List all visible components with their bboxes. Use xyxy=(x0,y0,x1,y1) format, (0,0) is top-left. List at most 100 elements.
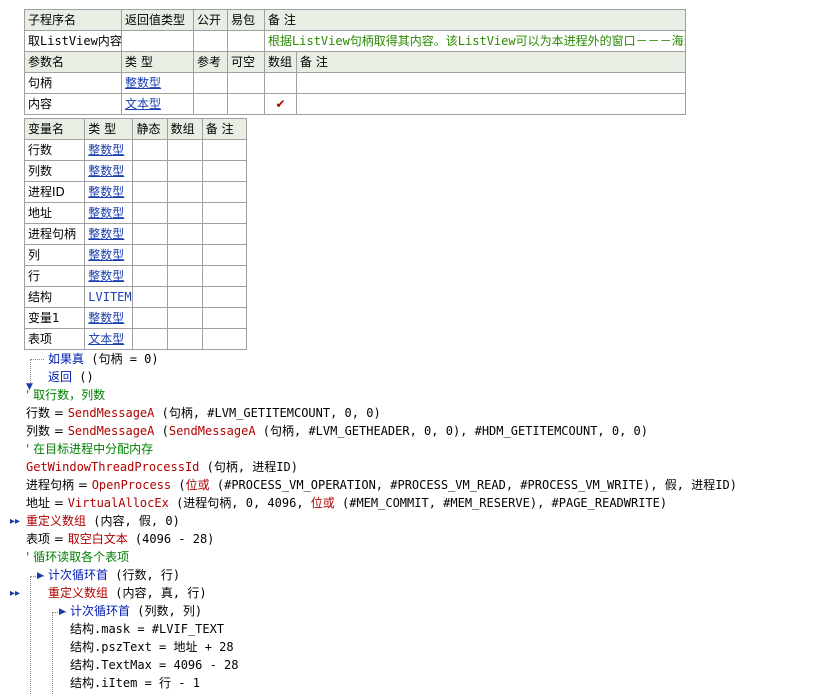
var-name[interactable]: 行数 xyxy=(23,139,86,161)
var-array[interactable] xyxy=(166,202,203,224)
param-optional[interactable] xyxy=(227,72,265,94)
var-type[interactable]: 整数型 xyxy=(84,223,134,245)
variable-row[interactable]: 进程ID 整数型 xyxy=(23,181,248,203)
code-line[interactable]: 返回 () xyxy=(48,368,94,386)
param-type[interactable]: 整数型 xyxy=(121,72,194,94)
code-line[interactable]: 结构.mask = #LVIF_TEXT xyxy=(70,620,224,638)
param-name[interactable]: 内容 xyxy=(24,93,122,115)
subroutine-note[interactable]: 根据ListView句柄取得其内容。该ListView可以为本进程外的窗口－－－… xyxy=(263,30,687,52)
param-reference[interactable] xyxy=(193,93,228,115)
var-type[interactable]: 整数型 xyxy=(84,202,134,224)
code-line[interactable]: 表项 = 取空白文本 (4096 - 28) xyxy=(26,530,214,548)
var-note[interactable] xyxy=(201,160,248,182)
var-type[interactable]: 整数型 xyxy=(84,160,134,182)
subroutine-public[interactable] xyxy=(193,30,228,52)
var-note[interactable] xyxy=(201,139,248,161)
var-note[interactable] xyxy=(201,307,248,329)
subroutine-name[interactable]: 取ListView内容 xyxy=(24,30,122,52)
variable-row[interactable]: 进程句柄 整数型 xyxy=(23,223,248,245)
var-note[interactable] xyxy=(201,181,248,203)
code-line[interactable]: GetWindowThreadProcessId (句柄, 进程ID) xyxy=(26,458,298,476)
var-array[interactable] xyxy=(166,286,203,308)
param-optional[interactable] xyxy=(227,93,265,115)
variable-row[interactable]: 行整数型 xyxy=(23,265,248,287)
var-static[interactable] xyxy=(132,286,168,308)
var-array[interactable] xyxy=(166,181,203,203)
var-array[interactable] xyxy=(166,139,203,161)
param-note[interactable] xyxy=(295,93,687,115)
var-name[interactable]: 表项 xyxy=(23,328,86,350)
var-array[interactable] xyxy=(166,265,203,287)
var-note[interactable] xyxy=(201,223,248,245)
variable-row[interactable]: 地址 整数型 xyxy=(23,202,248,224)
var-name[interactable]: 列 xyxy=(23,244,86,266)
var-static[interactable] xyxy=(132,223,168,245)
variable-row[interactable]: 行数 整数型 xyxy=(23,139,248,161)
code-comment[interactable]: ' 循环读取各个表项 xyxy=(26,548,129,566)
variable-row[interactable]: 列数 整数型 xyxy=(23,160,248,182)
var-name[interactable]: 行 xyxy=(23,265,86,287)
var-array[interactable] xyxy=(166,307,203,329)
var-array[interactable] xyxy=(166,160,203,182)
param-array-check[interactable]: ✔ xyxy=(264,93,297,115)
param-type[interactable]: 文本型 xyxy=(121,93,194,115)
subroutine-row[interactable]: 取ListView内容 根据ListView句柄取得其内容。该ListView可… xyxy=(24,30,687,52)
variable-row[interactable]: 结构 LVITEM xyxy=(23,286,248,308)
var-note[interactable] xyxy=(201,265,248,287)
variable-row[interactable]: 变量1 整数型 xyxy=(23,307,248,329)
code-line[interactable]: 地址 = VirtualAllocEx (进程句柄, 0, 4096, 位或 (… xyxy=(26,494,667,512)
var-type[interactable]: 整数型 xyxy=(84,181,134,203)
code-line[interactable]: 计次循环首 (行数, 行) xyxy=(48,566,180,584)
code-line[interactable]: 重定义数组 (内容, 假, 0) xyxy=(26,512,180,530)
var-name[interactable]: 进程ID xyxy=(23,181,86,203)
var-name[interactable]: 列数 xyxy=(23,160,86,182)
code-line[interactable]: 进程句柄 = OpenProcess (位或 (#PROCESS_VM_OPER… xyxy=(26,476,737,494)
subroutine-return-type[interactable] xyxy=(121,30,194,52)
var-type[interactable]: 整数型 xyxy=(84,307,134,329)
var-type[interactable]: 整数型 xyxy=(84,265,134,287)
code-line[interactable]: 列数 = SendMessageA (SendMessageA (句柄, #LV… xyxy=(26,422,648,440)
code-line[interactable]: 行数 = SendMessageA (句柄, #LVM_GETITEMCOUNT… xyxy=(26,404,381,422)
variable-row[interactable]: 表项 文本型 xyxy=(23,328,248,350)
var-static[interactable] xyxy=(132,160,168,182)
code-comment[interactable]: ' 取行数，列数 xyxy=(26,386,105,404)
var-static[interactable] xyxy=(132,244,168,266)
param-array[interactable] xyxy=(264,72,297,94)
var-type[interactable]: 文本型 xyxy=(84,328,134,350)
var-type[interactable]: 整数型 xyxy=(84,244,134,266)
var-static[interactable] xyxy=(132,307,168,329)
param-name[interactable]: 句柄 xyxy=(24,72,122,94)
var-name[interactable]: 地址 xyxy=(23,202,86,224)
breakpoint-marker-icon[interactable]: ▸▸ xyxy=(10,588,20,599)
var-static[interactable] xyxy=(132,181,168,203)
var-static[interactable] xyxy=(132,139,168,161)
code-line[interactable]: 计次循环首 (列数, 列) xyxy=(70,602,202,620)
var-array[interactable] xyxy=(166,223,203,245)
var-name[interactable]: 进程句柄 xyxy=(23,223,86,245)
param-note[interactable] xyxy=(295,72,687,94)
var-static[interactable] xyxy=(132,265,168,287)
param-reference[interactable] xyxy=(193,72,228,94)
var-note[interactable] xyxy=(201,244,248,266)
code-line[interactable]: 结构.iItem = 行 - 1 xyxy=(70,674,200,692)
code-line[interactable]: 结构.pszText = 地址 + 28 xyxy=(70,638,234,656)
param-row[interactable]: 内容 文本型 ✔ xyxy=(24,93,687,115)
var-array[interactable] xyxy=(166,328,203,350)
var-static[interactable] xyxy=(132,328,168,350)
code-line[interactable]: 重定义数组 (内容, 真, 行) xyxy=(48,584,207,602)
param-row[interactable]: 句柄 整数型 xyxy=(24,72,687,94)
variable-row[interactable]: 列整数型 xyxy=(23,244,248,266)
breakpoint-marker-icon[interactable]: ▸▸ xyxy=(10,516,20,527)
code-line[interactable]: 结构.TextMax = 4096 - 28 xyxy=(70,656,239,674)
var-array[interactable] xyxy=(166,244,203,266)
code-line[interactable]: 如果真 (句柄 = 0) xyxy=(48,350,159,368)
var-note[interactable] xyxy=(201,202,248,224)
var-type[interactable]: LVITEM xyxy=(84,286,134,308)
var-note[interactable] xyxy=(201,328,248,350)
var-name[interactable]: 变量1 xyxy=(23,307,86,329)
subroutine-easy-package[interactable] xyxy=(227,30,265,52)
var-name[interactable]: 结构 xyxy=(23,286,86,308)
var-note[interactable] xyxy=(201,286,248,308)
var-type[interactable]: 整数型 xyxy=(84,139,134,161)
var-static[interactable] xyxy=(132,202,168,224)
